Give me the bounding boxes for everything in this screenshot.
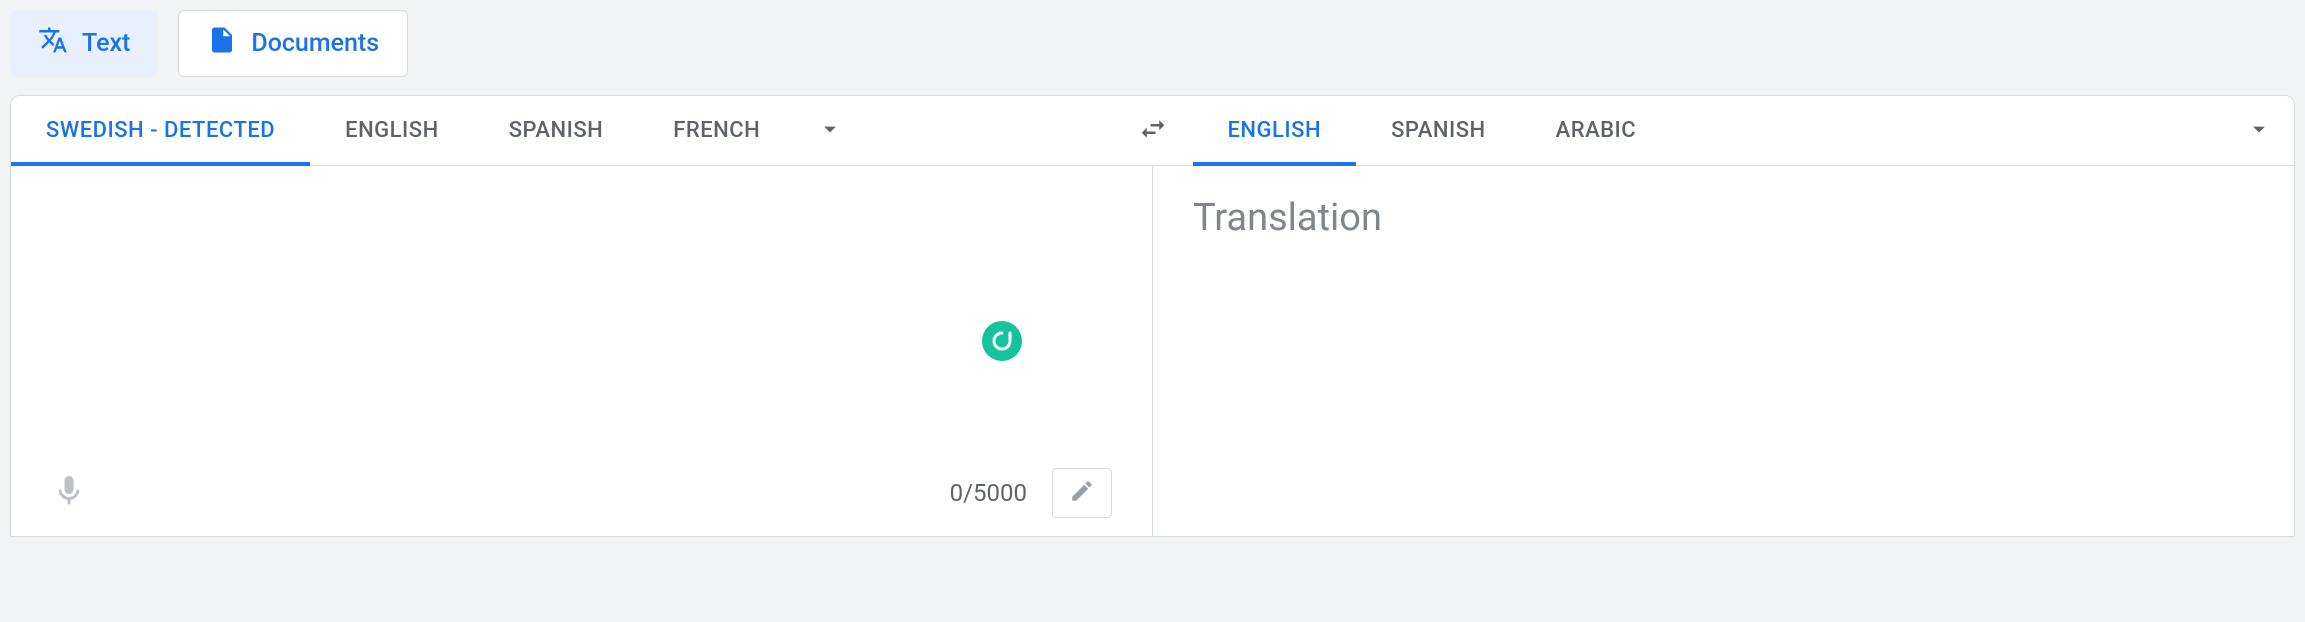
source-right-controls: 0/5000 — [950, 468, 1112, 518]
target-lang-arabic[interactable]: ARABIC — [1521, 96, 1672, 165]
grammarly-icon[interactable] — [982, 321, 1022, 361]
swap-languages-button[interactable] — [1113, 96, 1193, 165]
target-lang-dropdown[interactable] — [2224, 96, 2294, 165]
target-lang-spanish[interactable]: SPANISH — [1356, 96, 1521, 165]
source-controls: 0/5000 — [51, 468, 1112, 518]
translation-placeholder: Translation — [1193, 196, 2254, 240]
translate-card: SWEDISH - DETECTED ENGLISH SPANISH FRENC… — [10, 95, 2295, 537]
chevron-down-icon — [816, 115, 844, 147]
tab-documents-label: Documents — [251, 29, 379, 58]
mic-icon — [51, 494, 87, 513]
translate-panes: 0/5000 Translation — [11, 166, 2294, 536]
document-icon — [207, 25, 237, 62]
char-count: 0/5000 — [950, 479, 1027, 507]
target-lang-side: ENGLISH SPANISH ARABIC — [1193, 96, 2295, 165]
source-lang-detected[interactable]: SWEDISH - DETECTED — [11, 96, 310, 165]
target-pane: Translation — [1153, 166, 2294, 536]
source-input[interactable] — [51, 196, 1112, 396]
source-lang-spanish[interactable]: SPANISH — [474, 96, 639, 165]
tab-text-label: Text — [82, 29, 130, 58]
mode-tabs: Text Documents — [0, 0, 2305, 87]
voice-input-button[interactable] — [51, 473, 87, 513]
source-lang-side: SWEDISH - DETECTED ENGLISH SPANISH FRENC… — [11, 96, 1113, 165]
chevron-down-icon — [2245, 115, 2273, 147]
swap-icon — [1138, 114, 1168, 148]
source-lang-french[interactable]: FRENCH — [638, 96, 795, 165]
handwriting-button[interactable] — [1052, 468, 1112, 518]
tab-text[interactable]: Text — [10, 10, 158, 77]
language-bar: SWEDISH - DETECTED ENGLISH SPANISH FRENC… — [11, 96, 2294, 166]
source-lang-english[interactable]: ENGLISH — [310, 96, 474, 165]
translate-icon — [38, 25, 68, 62]
pencil-icon — [1069, 478, 1095, 508]
target-lang-english[interactable]: ENGLISH — [1193, 96, 1357, 165]
source-lang-dropdown[interactable] — [795, 96, 865, 165]
tab-documents[interactable]: Documents — [178, 10, 408, 77]
source-pane: 0/5000 — [11, 166, 1153, 536]
